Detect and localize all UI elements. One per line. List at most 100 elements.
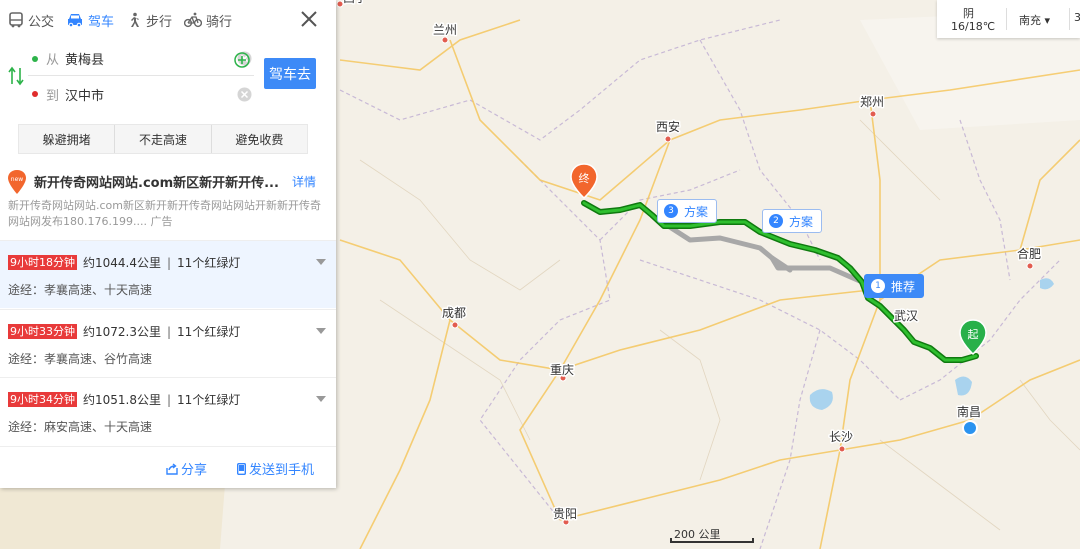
route-distance: 约1044.4公里 [83,256,161,270]
clear-destination-icon[interactable] [237,87,252,102]
separator: | [167,392,172,407]
plan-number: 2 [769,214,783,228]
map-scale: 200 公里 [670,527,754,543]
plan-1-recommend-badge[interactable]: 1 推荐 [864,274,925,298]
route-time: 9小时34分钟 [8,392,77,407]
plan-3-badge[interactable]: 3 方案 [657,199,718,223]
city-dot [869,110,877,118]
swap-icon[interactable] [8,66,24,86]
route-lights: 11个红绿灯 [177,325,241,339]
tab-label: 驾车 [88,14,115,30]
route-via: 途经：孝襄高速、谷竹高速 [8,352,153,366]
pref-no-highway[interactable]: 不走高速 [114,125,210,153]
pref-avoid-congestion[interactable]: 躲避拥堵 [19,125,114,153]
bike-icon [184,12,202,28]
route-via: 途经：孝襄高速、十天高速 [8,283,153,297]
tab-label: 骑行 [206,14,233,30]
route-preferences: 躲避拥堵 不走高速 避免收费 [18,124,308,154]
origin-input[interactable] [65,51,206,66]
city-label: 成都 [442,306,466,320]
city-label: 西安 [656,119,680,134]
route-option-1[interactable]: 9小时18分钟 约1044.4公里 | 11个红绿灯 途经：孝襄高速、十天高速 [0,240,336,308]
tab-bus[interactable]: 公交 [8,8,54,32]
divider [1069,8,1070,30]
weather-more[interactable]: 3 [1074,11,1080,24]
route-via: 途经：麻安高速、十天高速 [8,420,153,434]
city-label: 武汉 [894,309,918,323]
plan-number: 3 [664,204,678,218]
pref-avoid-toll[interactable]: 避免收费 [210,125,307,153]
walk-icon [131,12,139,27]
ad-block[interactable]: new 新开传奇网站网站.com新区新开新开传... 详情 新开传奇网站网站.c… [0,164,336,234]
chevron-down-icon[interactable] [316,259,326,265]
route-time: 9小时18分钟 [8,255,77,270]
tab-bike[interactable]: 骑行 [184,8,232,32]
city-label: 西宁 [343,0,367,5]
city-label: 重庆 [550,363,574,377]
close-icon[interactable] [298,8,320,30]
destination-dot [32,91,38,97]
city-label: 贵阳 [553,507,577,521]
svg-text:new: new [11,176,23,183]
destination-input[interactable] [65,86,206,102]
city-dot [1026,262,1034,270]
route-distance: 约1051.8公里 [83,393,161,407]
city-name: 南充 [1019,14,1041,27]
city-selector[interactable]: 南充 ▾ [1019,12,1050,28]
plan-label: 推荐 [891,279,916,294]
origin-dot [32,55,38,62]
route-option-2[interactable]: 9小时33分钟 约1072.3公里 | 11个红绿灯 途经：孝襄高速、谷竹高速 [0,309,336,377]
route-lights: 11个红绿灯 [177,256,241,270]
origin-prefix: 从 [46,53,60,68]
city-dot [451,321,459,329]
share-icon [166,462,178,475]
bus-icon [9,12,23,28]
share-label: 分享 [181,463,208,478]
weather-widget[interactable]: 阴 16/18℃ 南充 ▾ 3 [937,0,1080,38]
plan-label: 方案 [684,204,709,219]
scale-bar [670,538,754,543]
route-time: 9小时33分钟 [8,324,77,339]
city-dot [441,36,449,44]
city-label: 长沙 [829,430,853,444]
city-label: 郑州 [860,94,884,109]
route-distance: 约1072.3公里 [83,325,161,339]
ad-detail-link[interactable]: 详情 [292,173,316,190]
destination-row: 到 [28,77,254,111]
separator: | [167,324,172,339]
city-dot [664,135,672,143]
city-dot [838,445,846,453]
city-label: 合肥 [1017,246,1041,261]
destination-prefix: 到 [46,88,60,104]
car-icon [68,14,82,28]
transport-mode-tabs: 公交 驾车 步行 骑行 [0,0,336,40]
tab-label: 公交 [28,14,55,30]
route-panel: 公交 驾车 步行 骑行 从 到 驾车去 躲避拥堵 不走高速 避免收费 [0,0,336,488]
send-to-phone-button[interactable]: 发送到手机 [237,459,314,478]
chevron-down-icon[interactable] [316,396,326,402]
city-label: 兰州 [433,23,457,37]
end-marker-label: 终 [579,171,590,185]
separator: | [167,255,172,270]
chevron-down-icon: ▾ [1044,14,1051,27]
send-label: 发送到手机 [249,463,315,478]
start-marker-label: 起 [968,328,979,341]
route-lights: 11个红绿灯 [177,393,241,407]
ad-title[interactable]: 新开传奇网站网站.com新区新开新开传... [34,172,284,191]
tab-car[interactable]: 驾车 [66,8,114,32]
drive-go-button[interactable]: 驾车去 [264,58,316,89]
plan-number: 1 [871,279,885,293]
new-badge-icon: new [8,170,26,194]
tab-label: 步行 [146,14,173,30]
weather-condition: 阴 [963,7,974,20]
chevron-down-icon[interactable] [316,328,326,334]
add-waypoint-icon[interactable] [234,52,250,68]
tab-walk[interactable]: 步行 [126,8,172,32]
city-label: 南昌 [957,404,981,419]
ad-description: 新开传奇网站网站.com新区新开新开传奇网站网站开新新开传奇网站网发布180.1… [8,199,321,228]
phone-icon [237,462,246,475]
plan-label: 方案 [789,214,814,229]
route-option-3[interactable]: 9小时34分钟 约1051.8公里 | 11个红绿灯 途经：麻安高速、十天高速 [0,377,336,445]
plan-2-badge[interactable]: 2 方案 [762,209,823,233]
share-button[interactable]: 分享 [166,459,207,478]
